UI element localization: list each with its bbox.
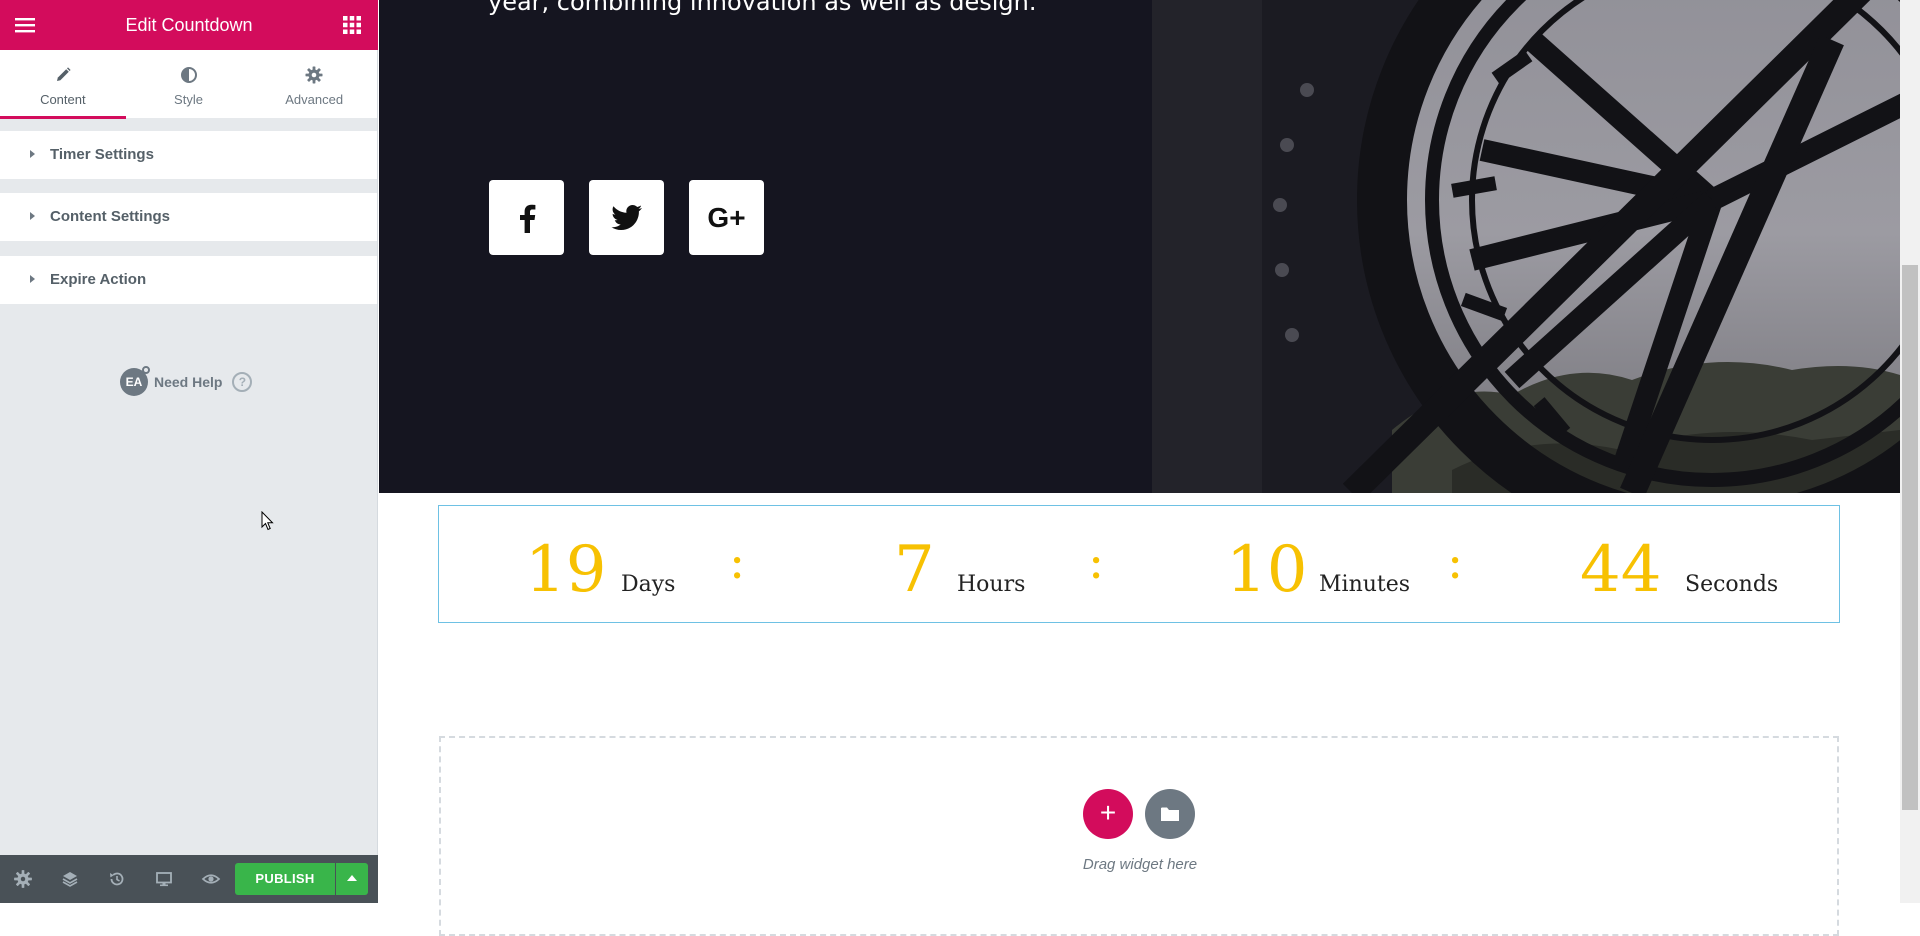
preview-eye-icon[interactable] xyxy=(201,869,221,889)
hero-text-line: year, combining innovation as well as de… xyxy=(488,0,1037,16)
tab-advanced[interactable]: Advanced xyxy=(251,50,377,118)
settings-gear-icon[interactable] xyxy=(13,869,33,889)
tab-label: Advanced xyxy=(285,92,344,107)
empty-drop-zone[interactable] xyxy=(439,736,1839,936)
editor-panel: Edit Countdown Content Style Advanced Ti… xyxy=(0,0,378,903)
section-timer-settings[interactable]: Timer Settings xyxy=(0,131,377,179)
need-help-link[interactable]: EA Need Help ? xyxy=(120,366,253,396)
gear-icon xyxy=(305,66,323,84)
countdown-value: 7 xyxy=(894,533,935,607)
mouse-cursor-icon xyxy=(261,511,274,531)
responsive-desktop-icon[interactable] xyxy=(154,869,174,889)
tab-label: Style xyxy=(174,92,203,107)
caret-right-icon xyxy=(30,212,35,220)
hero-text: year, combining innovation as well as de… xyxy=(488,0,1108,22)
panel-header: Edit Countdown xyxy=(0,0,378,50)
countdown-label: Minutes xyxy=(1319,572,1411,597)
layers-icon[interactable] xyxy=(60,869,80,889)
plus-icon: + xyxy=(1099,797,1117,828)
twitter-button[interactable] xyxy=(589,180,664,255)
section-expire-action[interactable]: Expire Action xyxy=(0,256,377,304)
facebook-button[interactable] xyxy=(489,180,564,255)
folder-icon xyxy=(1161,807,1179,821)
section-title: Expire Action xyxy=(50,271,147,288)
publish-button[interactable]: PUBLISH xyxy=(235,863,335,895)
add-section-button[interactable]: + xyxy=(1083,789,1133,839)
section-content-settings[interactable]: Content Settings xyxy=(0,193,377,241)
half-circle-icon xyxy=(180,66,198,84)
tab-content[interactable]: Content xyxy=(0,50,126,119)
ea-logo-icon: EA xyxy=(120,366,150,396)
section-title: Content Settings xyxy=(50,208,170,225)
countdown-separator: : xyxy=(1447,534,1464,590)
google-plus-button[interactable]: G+ xyxy=(689,180,764,255)
countdown-value: 19 xyxy=(525,533,607,607)
need-help-label: Need Help xyxy=(154,374,223,390)
clock-background-image xyxy=(1152,0,1900,493)
twitter-icon xyxy=(610,204,642,230)
drag-widget-hint: Drag widget here xyxy=(1082,856,1198,873)
pencil-icon xyxy=(54,66,72,84)
countdown-separator: : xyxy=(729,534,746,590)
panel-tabs: Content Style Advanced xyxy=(0,50,377,119)
question-circle-icon: ? xyxy=(232,372,253,392)
panel-footer: PUBLISH xyxy=(0,855,378,903)
add-template-button[interactable] xyxy=(1145,789,1195,839)
publish-options-caret-icon[interactable] xyxy=(336,863,368,895)
hero-section: year, combining innovation as well as de… xyxy=(379,0,1900,493)
tab-label: Content xyxy=(40,92,86,107)
facebook-icon xyxy=(519,204,535,233)
countdown-value: 44 xyxy=(1580,533,1662,607)
countdown-label: Days xyxy=(621,572,676,597)
google-plus-icon: G+ xyxy=(707,202,746,233)
preview-scrollbar[interactable] xyxy=(1900,0,1920,903)
caret-right-icon xyxy=(30,275,35,283)
widgets-grid-icon[interactable] xyxy=(342,15,362,35)
panel-title: Edit Countdown xyxy=(125,15,253,35)
hamburger-menu-icon[interactable] xyxy=(13,15,37,35)
countdown-label: Seconds xyxy=(1685,572,1779,597)
scrollbar-thumb[interactable] xyxy=(1902,265,1918,810)
history-icon[interactable] xyxy=(107,869,127,889)
countdown-widget[interactable]: 19 Days : 7 Hours : 10 Minutes : 44 Seco… xyxy=(438,505,1840,623)
countdown-label: Hours xyxy=(957,572,1026,597)
section-title: Timer Settings xyxy=(50,146,154,163)
caret-right-icon xyxy=(30,150,35,158)
tab-style[interactable]: Style xyxy=(126,50,252,118)
countdown-separator: : xyxy=(1088,534,1105,590)
countdown-value: 10 xyxy=(1226,533,1308,607)
